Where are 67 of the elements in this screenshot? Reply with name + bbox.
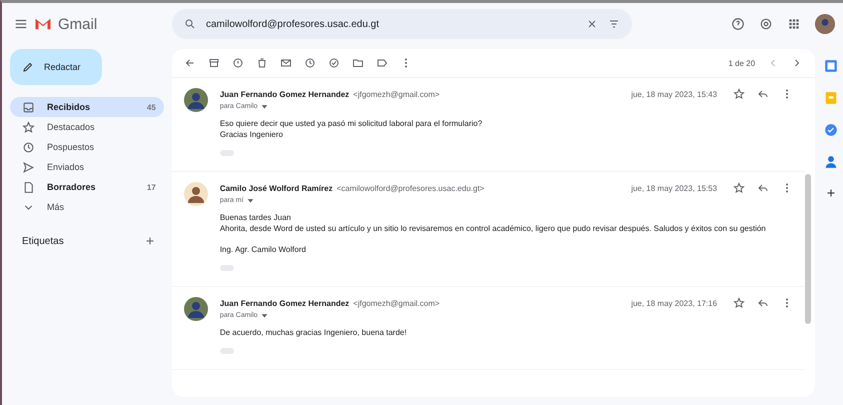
reply-icon[interactable]	[757, 297, 770, 309]
message-date: jue, 18 may 2023, 17:16	[631, 298, 718, 308]
envelope-logo-icon[interactable]	[34, 17, 52, 31]
pencil-icon[interactable]	[22, 61, 34, 73]
person-icon[interactable]	[824, 155, 838, 169]
close-icon[interactable]	[586, 18, 598, 30]
clock-icon[interactable]	[22, 140, 35, 154]
labels-heading: Etiquetas	[22, 236, 64, 246]
message-text: Gracias Ingeniero	[220, 129, 284, 140]
star-icon[interactable]	[733, 182, 746, 194]
search-field[interactable]: camilowolford@profesores.usac.edu.gt	[172, 9, 632, 39]
avatar	[184, 88, 208, 112]
check-circle-icon[interactable]	[328, 57, 340, 69]
caret-icon[interactable]	[260, 103, 268, 110]
plus-icon[interactable]	[825, 187, 838, 199]
message-text: De acuerdo, muchas gracias Ingeniero, buena tarde!	[220, 327, 408, 338]
star-icon[interactable]	[733, 88, 746, 100]
reply-icon[interactable]	[757, 88, 770, 100]
nav-item[interactable]: Destacados	[10, 117, 164, 137]
calendar-icon[interactable]	[824, 59, 838, 73]
page-count: 1 de 20	[728, 58, 756, 68]
nav-item[interactable]: Recibidos 45	[10, 97, 164, 117]
settings-icon[interactable]	[759, 17, 773, 31]
apps-icon[interactable]	[787, 17, 801, 31]
nav-item[interactable]: Enviados	[10, 157, 164, 177]
search-icon[interactable]	[184, 18, 196, 30]
nav-item[interactable]: Pospuestos	[10, 137, 164, 157]
check-icon[interactable]	[824, 123, 838, 137]
nav-item[interactable]: Borradores 17	[10, 177, 164, 197]
clock-icon[interactable]	[304, 57, 316, 69]
sender-email: <jfgomezh@gmail.com>	[353, 298, 440, 308]
message-text: Buenas tardes Juan	[220, 212, 292, 223]
warning-icon[interactable]	[232, 57, 244, 69]
archive-icon[interactable]	[208, 57, 220, 69]
account-avatar[interactable]	[815, 14, 835, 34]
inbox-icon[interactable]	[22, 100, 35, 114]
message-text: Eso quiere decir que usted ya pasó mi solicitud laboral para el formulario?	[220, 118, 484, 129]
sender-name: Juan Fernando Gomez Hernandez	[220, 90, 350, 98]
star-icon[interactable]	[733, 297, 746, 309]
menu-icon[interactable]	[14, 17, 28, 31]
star-icon[interactable]	[22, 120, 35, 134]
sender-name: Juan Fernando Gomez Hernandez	[220, 298, 350, 308]
message-date: jue, 18 may 2023, 15:43	[631, 90, 718, 98]
back-arrow-icon[interactable]	[184, 57, 196, 69]
send-icon[interactable]	[22, 160, 35, 174]
folder-icon[interactable]	[352, 57, 364, 69]
signature-text: Ing. Agr. Camilo Wolford	[220, 244, 307, 255]
help-icon[interactable]	[731, 17, 745, 31]
caret-icon[interactable]	[246, 197, 254, 204]
filter-icon[interactable]	[608, 18, 620, 30]
sender-email: <camilowolford@profesores.usac.edu.gt>	[336, 184, 484, 192]
document-icon[interactable]	[22, 180, 35, 194]
plus-icon[interactable]	[144, 235, 156, 247]
envelope-icon[interactable]	[280, 57, 292, 69]
sender-name: Camilo José Wolford Ramírez	[220, 184, 333, 192]
sender-email: <jfgomezh@gmail.com>	[353, 90, 440, 98]
app-name: Gmail	[58, 16, 98, 32]
avatar	[184, 182, 208, 206]
message-date: jue, 18 may 2023, 15:53	[631, 184, 718, 192]
message-text: Ahorita, desde Word de usted su artículo y un sitio lo revisaremos en control académico, ligero que pudo revisar después. Saludos y éxitos con su gestión	[220, 223, 767, 234]
compose-button[interactable]: Redactar	[10, 49, 102, 85]
avatar	[184, 297, 208, 321]
reply-icon[interactable]	[757, 182, 770, 194]
nav-item[interactable]: Más	[10, 197, 164, 217]
trash-icon[interactable]	[256, 57, 268, 69]
caret-icon[interactable]	[260, 312, 268, 319]
label-icon[interactable]	[376, 57, 388, 69]
